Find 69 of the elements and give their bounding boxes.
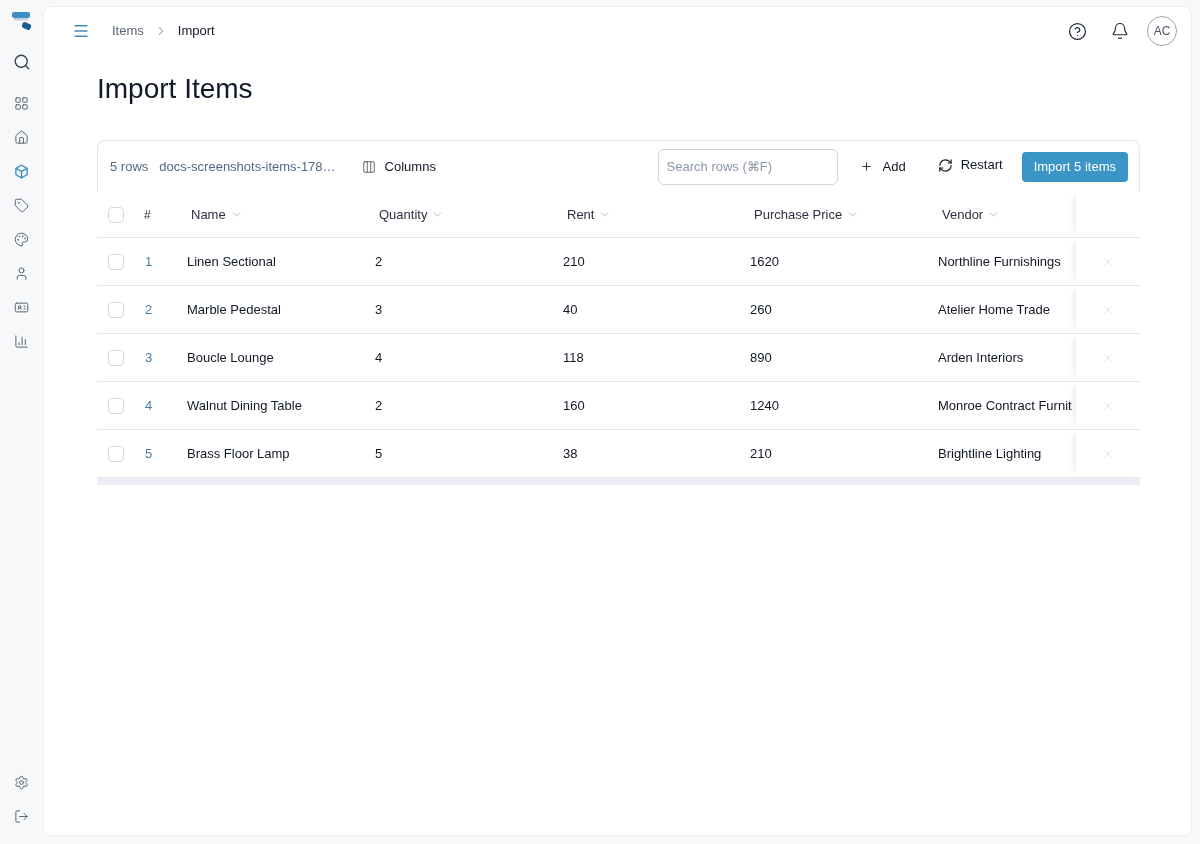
table-cell-text: Linen Sectional xyxy=(187,252,276,271)
checkbox[interactable] xyxy=(108,445,124,462)
palette-icon[interactable] xyxy=(14,231,29,247)
column-header[interactable]: Vendor xyxy=(942,204,1001,225)
restart-button[interactable]: Restart xyxy=(937,155,1003,175)
column-header[interactable]: Purchase Price xyxy=(754,204,860,225)
grid-icon[interactable] xyxy=(14,95,29,111)
table-cell-text: Monroe Contract Furnit xyxy=(938,396,1072,415)
add-button[interactable]: Add xyxy=(859,156,906,177)
table-cell-text: 2 xyxy=(375,252,383,271)
row-number: 5 xyxy=(145,444,153,463)
row-count: 5 rows xyxy=(110,157,149,176)
row-number: 4 xyxy=(145,396,153,415)
plus-icon xyxy=(859,160,873,173)
table-cell-text: 160 xyxy=(563,396,585,415)
checkbox[interactable] xyxy=(108,397,124,414)
checkbox[interactable] xyxy=(108,253,124,270)
columns-icon xyxy=(361,159,376,174)
column-header: # xyxy=(144,206,151,224)
refresh-icon xyxy=(937,157,953,173)
table-cell-text: 38 xyxy=(563,444,578,463)
horizontal-scrollbar[interactable] xyxy=(97,478,1140,485)
table-cell-text: Brass Floor Lamp xyxy=(187,444,290,463)
table-cell-text: 260 xyxy=(750,300,772,319)
row-number: 3 xyxy=(145,348,153,367)
search-field[interactable]: Search rows (⌘F) xyxy=(657,148,838,185)
column-header[interactable]: Name xyxy=(191,204,243,225)
page-title: Import Items xyxy=(97,72,254,106)
cube-icon[interactable] xyxy=(14,163,29,179)
table-cell-text: Walnut Dining Table xyxy=(187,396,302,415)
table-cell-text: 890 xyxy=(750,348,772,367)
help-icon[interactable] xyxy=(1068,21,1087,41)
menu-icon[interactable] xyxy=(72,22,90,40)
checkbox[interactable] xyxy=(108,349,124,366)
checkbox[interactable] xyxy=(108,206,124,223)
logout-icon[interactable] xyxy=(14,808,29,824)
table-cell-text: 210 xyxy=(750,444,772,463)
table-cell-text: Marble Pedestal xyxy=(187,300,281,319)
user-icon[interactable] xyxy=(14,265,29,281)
checkbox[interactable] xyxy=(108,301,124,318)
bar-chart-icon[interactable] xyxy=(14,333,29,349)
tag-icon[interactable] xyxy=(14,197,29,213)
table-cell-text: 1620 xyxy=(750,252,779,271)
breadcrumb-link[interactable]: Items xyxy=(112,21,144,41)
table-cell-text: 5 xyxy=(375,444,383,463)
table-cell-text: Atelier Home Trade xyxy=(938,300,1050,319)
table-cell-text: 4 xyxy=(375,348,383,367)
home-icon[interactable] xyxy=(14,129,29,145)
columns-button[interactable]: Columns xyxy=(361,156,436,177)
search-icon[interactable] xyxy=(12,53,31,71)
settings-icon[interactable] xyxy=(14,774,29,790)
table-cell-text: Boucle Lounge xyxy=(187,348,274,367)
bell-icon[interactable] xyxy=(1111,22,1129,40)
table-cell-text: 40 xyxy=(563,300,578,319)
table-cell-text: 210 xyxy=(563,252,585,271)
table-cell-text: 3 xyxy=(375,300,383,319)
row-number: 1 xyxy=(145,252,153,271)
table-cell-text: 2 xyxy=(375,396,383,415)
id-card-icon[interactable] xyxy=(14,299,29,315)
table-cell-text: Arden Interiors xyxy=(938,348,1024,367)
table-cell-text: Northline Furnishings xyxy=(938,252,1061,271)
breadcrumb-link[interactable]: Import xyxy=(177,21,215,41)
row-number: 2 xyxy=(145,300,153,319)
table-cell-text: Brightline Lighting xyxy=(938,444,1042,463)
table-cell-text: 1240 xyxy=(750,396,779,415)
file-name: docs-screenshots-items-178… xyxy=(159,157,336,176)
column-header[interactable]: Quantity xyxy=(379,204,445,225)
table-cell-text: 118 xyxy=(563,348,584,367)
column-header[interactable]: Rent xyxy=(567,204,612,225)
